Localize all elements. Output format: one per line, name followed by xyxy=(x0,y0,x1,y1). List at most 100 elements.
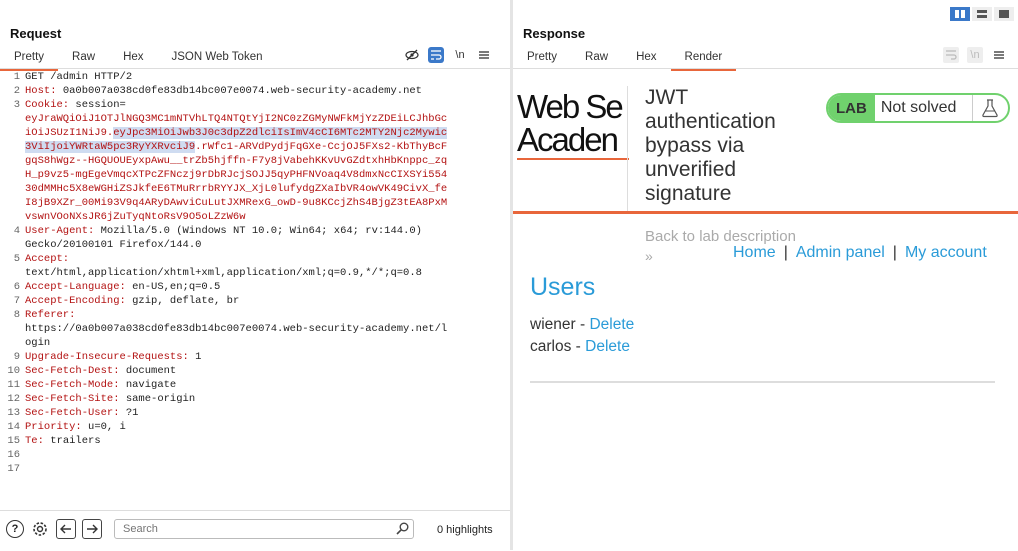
code-text: eyJraWQiOiJ1OTJlNGQ3MC1mNTVhLTQ4NTQtYjI2… xyxy=(25,112,447,126)
logo-underline xyxy=(517,158,629,160)
code-line: 8 Referer: xyxy=(0,308,510,322)
rendered-page: Web Se Acaden JWT authentication bypass … xyxy=(513,70,1018,550)
header-value-token: document xyxy=(125,365,177,377)
header-name-token: Cookie: xyxy=(25,99,76,111)
nav-home-link[interactable]: Home xyxy=(733,244,776,261)
chevron-right-icon[interactable]: » xyxy=(645,248,653,264)
wrap-icon[interactable] xyxy=(943,47,959,63)
header-divider xyxy=(627,86,628,212)
request-editor[interactable]: 1 GET /admin HTTP/2 2 Host: 0a0b007a038cd0f… xyxy=(0,70,510,510)
code-text: Sec-Fetch-Mode: navigate xyxy=(25,378,176,392)
code-text: Priority: u=0, i xyxy=(25,420,126,434)
header-name-token: iOiJSUzI1NiJ9. xyxy=(25,127,114,139)
search-icon[interactable] xyxy=(396,522,409,538)
settings-gear-icon[interactable] xyxy=(30,519,50,539)
tab-request-raw[interactable]: Raw xyxy=(58,47,109,69)
header-value-token: text/html,application/xhtml+xml,applicat… xyxy=(25,267,422,279)
user-separator: - xyxy=(575,316,590,333)
code-text: User-Agent: Mozilla/5.0 (Windows NT 10.0… xyxy=(25,224,422,238)
header-value-token: GET /admin HTTP/2 xyxy=(25,71,133,83)
header-name-token: .rWfc1-ARVdPydjFqGXe-CcjOJ5FXs2-KbThyBcF xyxy=(195,141,448,153)
code-line: Gecko/20100101 Firefox/144.0 xyxy=(0,238,510,252)
request-tab-separator xyxy=(0,68,510,69)
header-value-token: https://0a0b007a038cd0fe83db14bc007e0074… xyxy=(25,323,448,335)
request-pane: Request Pretty Raw Hex JSON Web Token \n… xyxy=(0,0,510,550)
code-line: iOiJSUzI1NiJ9.eyJpc3MiOiJwb3J0c3dpZ2dlci… xyxy=(0,126,510,140)
tab-request-hex[interactable]: Hex xyxy=(109,47,157,69)
code-line: 10 Sec-Fetch-Dest: document xyxy=(0,364,510,378)
line-number: 7 xyxy=(13,295,20,307)
code-line: H_p9vz5-mgEgeVmqcXTPcZFNczj9rDbRJcjSOJJ5… xyxy=(0,168,510,182)
header-value-token: ?1 xyxy=(125,407,139,419)
line-number: 3 xyxy=(13,99,20,111)
logo-line-1: Web Se xyxy=(517,90,624,125)
help-icon[interactable]: ? xyxy=(6,520,24,538)
header-value-token: same-origin xyxy=(125,393,196,405)
user-name: carlos xyxy=(530,338,572,355)
code-text: Accept-Language: en-US,en;q=0.5 xyxy=(25,280,220,294)
code-text: Sec-Fetch-User: ?1 xyxy=(25,406,138,420)
code-line: https://0a0b007a038cd0fe83db14bc007e0074… xyxy=(0,322,510,336)
code-line: 15 Te: trailers xyxy=(0,434,510,448)
delete-user-link[interactable]: Delete xyxy=(589,316,634,333)
menu-icon[interactable] xyxy=(991,47,1007,63)
tab-response-raw[interactable]: Raw xyxy=(571,47,622,69)
header-name-token: I8jB9XZr_00Mi93V9q4ARyDAwviCuLutJXMRexG_… xyxy=(25,197,448,209)
line-number xyxy=(0,168,25,182)
line-number: 2 xyxy=(13,85,20,97)
search-input[interactable] xyxy=(114,519,414,539)
eye-slash-icon[interactable] xyxy=(404,47,420,63)
delete-user-link[interactable]: Delete xyxy=(585,338,630,355)
flask-icon xyxy=(971,95,1008,121)
line-number xyxy=(0,336,25,350)
back-arrow-icon[interactable] xyxy=(56,519,76,539)
header-name-token: 30dMMHc5X8eWGHiZSJkfeE6TMuRrrbRYYJX_XjL0… xyxy=(25,183,448,195)
header-name-token: Sec-Fetch-Dest: xyxy=(25,365,126,377)
code-text: iOiJSUzI1NiJ9.eyJpc3MiOiJwb3J0c3dpZ2dlci… xyxy=(25,126,448,140)
header-name-token: Sec-Fetch-Mode: xyxy=(25,379,126,391)
line-number: 8 xyxy=(13,309,20,321)
line-number xyxy=(0,266,25,280)
response-tabs: Pretty Raw Hex Render xyxy=(513,47,737,71)
header-name-token: eyJpc3MiOiJwb3J0c3dpZ2dlciIsImV4cCI6MTc2… xyxy=(113,127,448,139)
tab-response-pretty[interactable]: Pretty xyxy=(513,47,571,69)
lab-title: JWT authentication bypass via unverified… xyxy=(645,86,776,205)
code-line: 7 Accept-Encoding: gzip, deflate, br xyxy=(0,294,510,308)
users-heading: Users xyxy=(530,273,596,301)
header-value-token: session= xyxy=(75,99,126,111)
lab-label: LAB xyxy=(828,95,875,121)
line-number xyxy=(0,238,25,252)
nav-admin-panel-link[interactable]: Admin panel xyxy=(796,244,885,261)
header-value-token: gzip, deflate, br xyxy=(132,295,240,307)
header-name-token: Accept-Encoding: xyxy=(25,295,133,307)
header-name-token: H_p9vz5-mgEgeVmqcXTPcZFNczj9rDbRJcjSOJJ5… xyxy=(25,169,448,181)
menu-icon[interactable] xyxy=(476,47,492,63)
split-vertical-icon[interactable] xyxy=(950,7,970,21)
header-value-token: en-US,en;q=0.5 xyxy=(132,281,221,293)
code-text: 3ViIjoiYWRtaW5pc3RyYXRvciJ9.rWfc1-ARVdPy… xyxy=(25,140,447,154)
header-value-token: navigate xyxy=(125,379,177,391)
code-text: H_p9vz5-mgEgeVmqcXTPcZFNczj9rDbRJcjSOJJ5… xyxy=(25,168,447,182)
code-text: https://0a0b007a038cd0fe83db14bc007e0074… xyxy=(25,322,447,336)
header-value-token: Gecko/20100101 Firefox/144.0 xyxy=(25,239,202,251)
code-text: Accept: xyxy=(25,252,69,266)
header-name-token: Te: xyxy=(25,435,51,447)
tab-request-jwt[interactable]: JSON Web Token xyxy=(158,47,277,69)
line-number xyxy=(0,322,25,336)
code-line: 16 xyxy=(0,448,510,462)
code-line: 3 Cookie: session= xyxy=(0,98,510,112)
wrap-icon[interactable] xyxy=(428,47,444,63)
newline-icon[interactable]: \n xyxy=(452,47,468,63)
tab-response-hex[interactable]: Hex xyxy=(622,47,670,69)
back-to-lab-link[interactable]: Back to lab description xyxy=(645,228,796,245)
forward-arrow-icon[interactable] xyxy=(82,519,102,539)
highlights-count: 0 highlights xyxy=(437,524,493,536)
newline-icon[interactable]: \n xyxy=(967,47,983,63)
nav-my-account-link[interactable]: My account xyxy=(905,244,987,261)
split-horizontal-icon[interactable] xyxy=(972,7,992,21)
request-title: Request xyxy=(10,26,62,41)
single-pane-icon[interactable] xyxy=(994,7,1014,21)
code-text: Sec-Fetch-Site: same-origin xyxy=(25,392,195,406)
code-text: text/html,application/xhtml+xml,applicat… xyxy=(25,266,422,280)
code-line: vswnVOoNXsJR6jZuTyqNtoRsV9O5oLZzW6w xyxy=(0,210,510,224)
